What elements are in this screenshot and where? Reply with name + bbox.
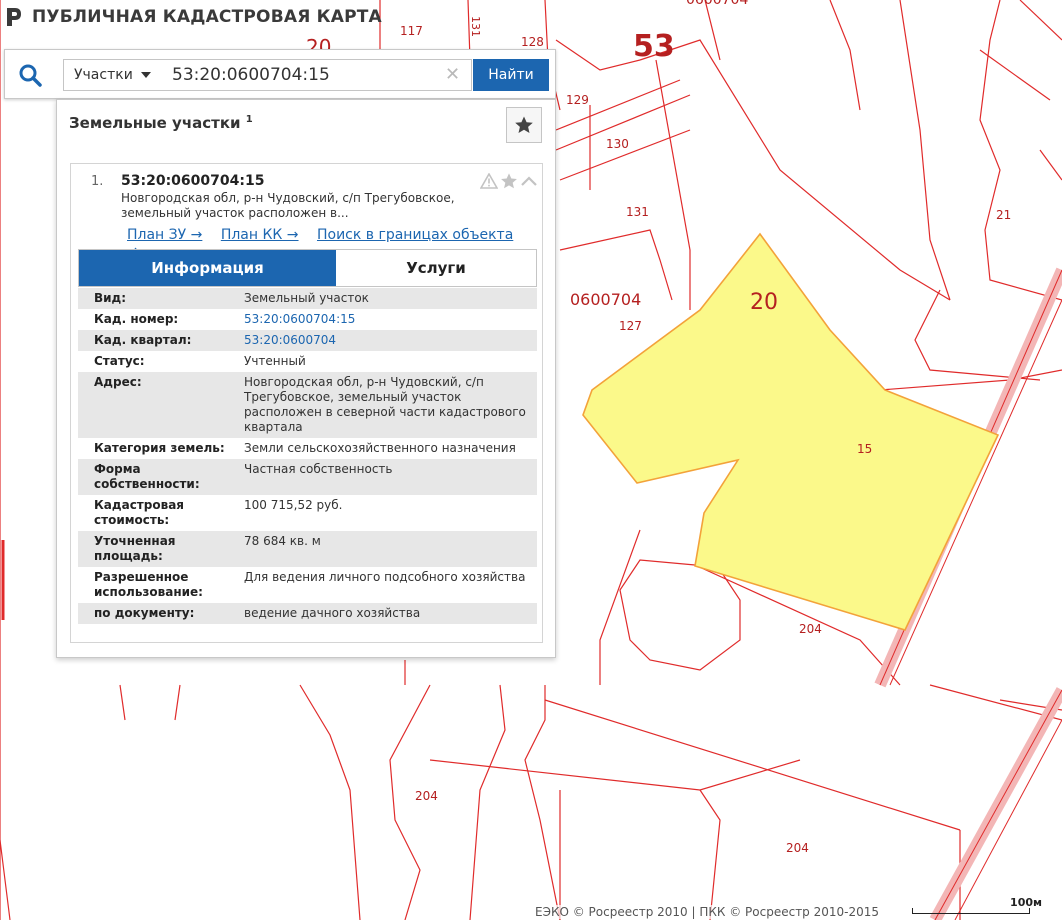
tab-services[interactable]: Услуги [336,250,536,286]
parcel-15-label: 15 [857,442,872,456]
parcel-127-label: 127 [619,319,642,333]
star-icon[interactable] [500,172,518,190]
search-input[interactable] [158,59,472,91]
table-row: Категория земель: Земли сельскохозяйстве… [78,438,537,459]
quarter-code-label-top: 0600704 [686,0,748,8]
row-value: Земельный участок [244,288,537,309]
row-value: 78 684 кв. м [244,531,537,567]
table-row: Статус: Учтенный [78,351,537,372]
quarter-label: 20 [750,290,778,315]
table-row: Кад. номер: 53:20:0600704:15 [78,309,537,330]
info-table: Вид: Земельный участок Кад. номер: 53:20… [78,288,537,624]
favorites-button[interactable] [506,107,542,143]
cadastral-number-link[interactable]: 53:20:0600704:15 [244,312,355,326]
parcel-117-label: 117 [400,24,423,38]
result-card: 1. 53:20:0600704:15 Новгородская обл, р-… [70,163,543,643]
parcel-129-label: 129 [566,93,589,107]
parcel-130-label: 130 [606,137,629,151]
chevron-up-icon[interactable] [520,173,538,189]
parcel-128-label: 128 [521,35,544,49]
district-label: 53 [633,29,675,64]
search-type-select[interactable]: Участки [63,59,159,91]
find-button[interactable]: Найти [473,59,549,91]
result-title[interactable]: 53:20:0600704:15 [121,173,264,189]
search-type-label: Участки [74,67,133,83]
row-key: Кад. номер: [94,312,179,326]
row-key: по документу: [78,603,244,624]
table-row: Вид: Земельный участок [78,288,537,309]
row-value: Для ведения личного подсобного хозяйства [244,570,526,584]
search-icon[interactable] [17,62,43,88]
result-count: 1 [245,114,253,125]
results-panel: Земельные участки 1 1. 53:20:0600704:15 … [56,99,556,658]
row-key: Категория земель: [94,441,225,455]
logo-icon [7,8,21,26]
parcel-131b-label: 131 [469,16,482,37]
parcel-131-label: 131 [626,205,649,219]
table-row: Разрешенное использование: Для ведения л… [78,567,537,603]
row-key: Кадастровая стоимость: [94,498,184,527]
row-key: Вид: [78,288,244,309]
panel-title: Земельные участки 1 [69,114,253,132]
row-key: Кад. квартал: [78,330,244,351]
link-plan-kk[interactable]: План КК → [221,227,299,243]
chevron-down-icon [140,72,151,78]
row-value: 100 715,52 руб. [244,498,343,512]
row-key: Статус: [94,354,145,368]
warning-icon[interactable] [480,173,498,189]
row-value: Частная собственность [244,459,537,495]
row-key: Разрешенное использование: [94,570,203,599]
row-value: ведение дачного хозяйства [244,603,537,624]
parcel-204-label-c: 204 [786,841,809,855]
row-value: Земли сельскохозяйственного назначения [244,441,516,455]
row-key: Форма собственности: [78,459,244,495]
result-tabs: Информация Услуги [78,249,537,287]
table-row: Кад. квартал: 53:20:0600704 [78,330,537,351]
scale-bar: 100м [912,896,1042,916]
quarter-code-label: 0600704 [570,290,641,309]
row-value: Новгородская обл, р-н Чудовский, с/п Тре… [244,372,537,438]
parcel-204-label-b: 204 [415,789,438,803]
app-title: ПУБЛИЧНАЯ КАДАСТРОВАЯ КАРТА [32,7,382,27]
scale-line [912,908,1030,914]
parcel-204-label-a: 204 [799,622,822,636]
table-row: Кадастровая стоимость: 100 715,52 руб. [78,495,537,531]
row-key: Уточненная площадь: [78,531,244,567]
table-row: по документу: ведение дачного хозяйства [78,603,537,624]
row-key: Адрес: [78,372,244,438]
cadastral-quarter-link[interactable]: 53:20:0600704 [244,333,336,347]
star-icon [515,116,533,133]
app-logo[interactable]: ПУБЛИЧНАЯ КАДАСТРОВАЯ КАРТА [4,6,382,28]
row-value: Учтенный [244,354,306,368]
result-index: 1. [91,174,104,189]
tab-info[interactable]: Информация [79,250,336,286]
table-row: Уточненная площадь: 78 684 кв. м [78,531,537,567]
link-plan-zu[interactable]: План ЗУ → [127,227,202,243]
table-row: Адрес: Новгородская обл, р-н Чудовский, … [78,372,537,438]
card-actions [480,172,538,190]
close-icon[interactable]: ✕ [445,65,460,85]
search-bar: Участки ✕ Найти [4,49,556,99]
map-attribution: ЕЭКО © Росреестр 2010 | ПКК © Росреестр … [531,905,884,919]
panel-title-text: Земельные участки [69,114,241,132]
parcel-21-label: 21 [996,208,1011,222]
table-row: Форма собственности: Частная собственнос… [78,459,537,495]
result-address: Новгородская обл, р-н Чудовский, с/п Тре… [121,191,455,220]
